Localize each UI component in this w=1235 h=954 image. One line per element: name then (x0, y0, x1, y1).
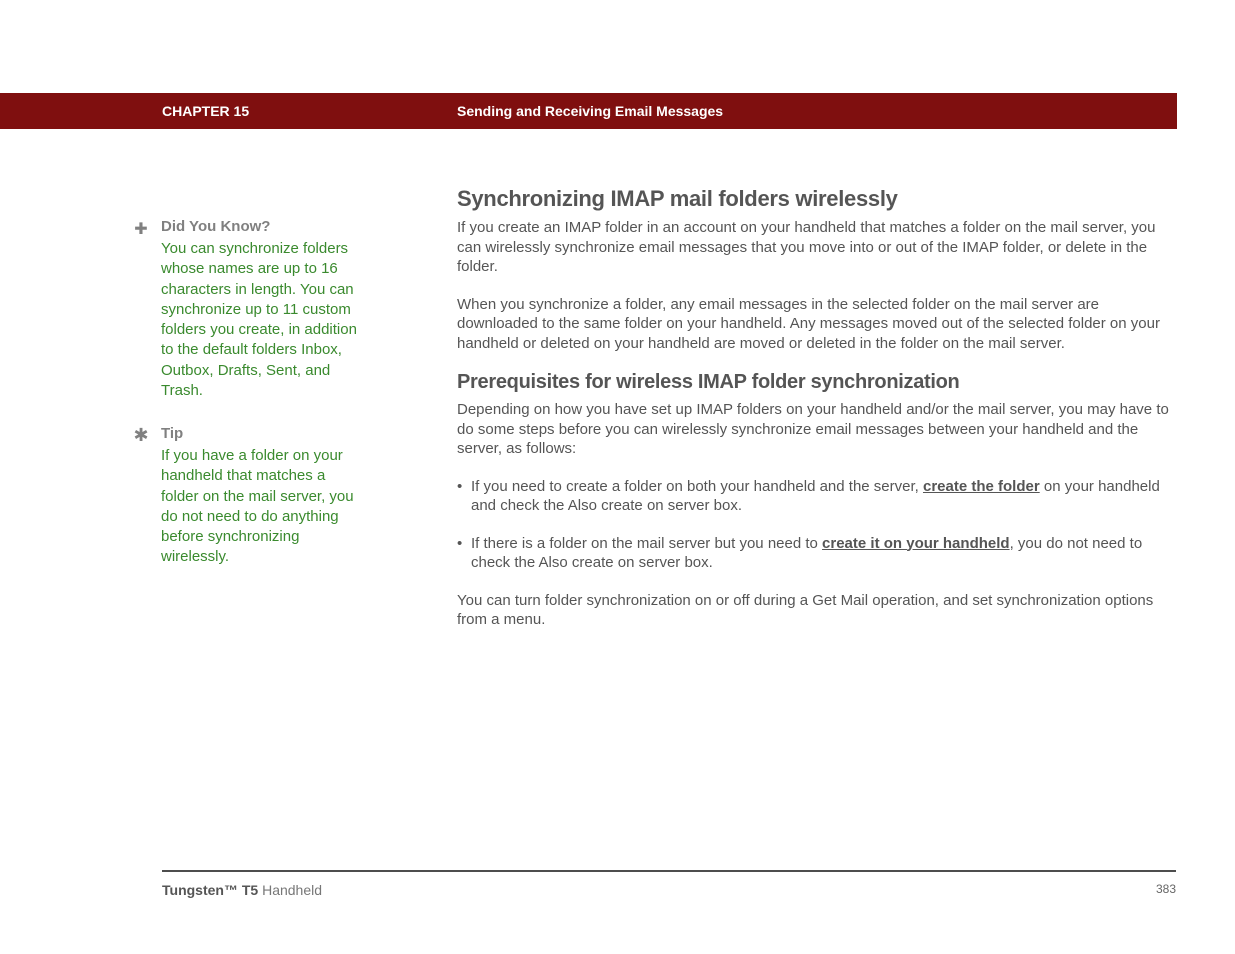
chapter-number: CHAPTER 15 (162, 103, 249, 119)
paragraph: If you create an IMAP folder in an accou… (457, 218, 1177, 277)
plus-icon (131, 218, 151, 238)
bullet-list: If you need to create a folder on both y… (457, 477, 1177, 573)
did-you-know-title: Did You Know? (161, 218, 361, 235)
list-text: If there is a folder on the mail server … (471, 535, 822, 552)
did-you-know-box: Did You Know? You can synchronize folder… (131, 218, 361, 401)
section-heading-1: Synchronizing IMAP mail folders wireless… (457, 186, 1177, 212)
tip-box: Tip If you have a folder on your handhel… (131, 425, 361, 568)
product-name-bold: Tungsten™ T5 (162, 882, 258, 898)
asterisk-icon (131, 425, 151, 445)
sidebar: Did You Know? You can synchronize folder… (131, 218, 361, 592)
paragraph: Depending on how you have set up IMAP fo… (457, 400, 1177, 459)
paragraph: When you synchronize a folder, any email… (457, 295, 1177, 354)
paragraph: You can turn folder synchronization on o… (457, 591, 1177, 630)
section-heading-2: Prerequisites for wireless IMAP folder s… (457, 371, 1177, 394)
page-number: 383 (1156, 882, 1176, 896)
page-footer: Tungsten™ T5 Handheld 383 (162, 870, 1176, 898)
main-content: Synchronizing IMAP mail folders wireless… (457, 186, 1177, 648)
list-item: If you need to create a folder on both y… (457, 477, 1177, 516)
tip-body: If you have a folder on your handheld th… (161, 446, 361, 568)
chapter-title: Sending and Receiving Email Messages (457, 103, 723, 119)
create-folder-link[interactable]: create the folder (923, 478, 1040, 495)
list-item: If there is a folder on the mail server … (457, 534, 1177, 573)
chapter-header: CHAPTER 15 Sending and Receiving Email M… (0, 93, 1177, 129)
did-you-know-body: You can synchronize folders whose names … (161, 239, 361, 401)
tip-title: Tip (161, 425, 361, 442)
create-on-handheld-link[interactable]: create it on your handheld (822, 535, 1010, 552)
product-name-rest: Handheld (258, 882, 322, 898)
list-text: If you need to create a folder on both y… (471, 478, 923, 495)
